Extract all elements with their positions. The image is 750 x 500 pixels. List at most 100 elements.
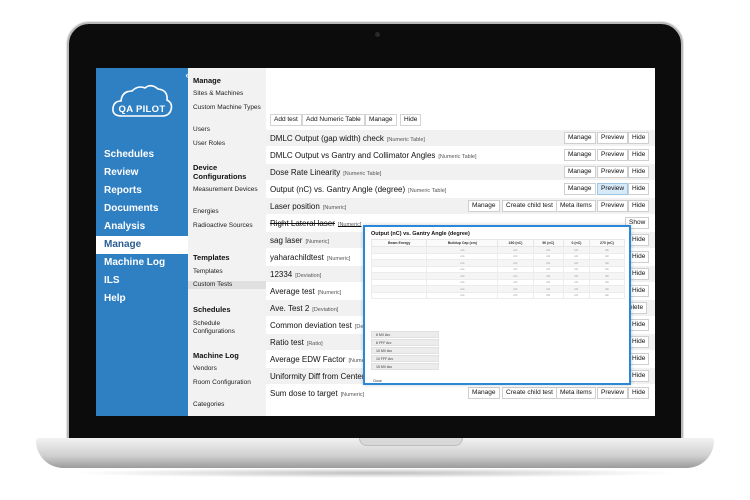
submenu-item-room-configuration[interactable]: Room Configuration xyxy=(193,379,263,387)
hide-button[interactable]: Hide xyxy=(628,268,650,280)
nav-item-documents[interactable]: Documents xyxy=(96,200,188,218)
submenu-item-user-roles[interactable]: User Roles xyxy=(193,140,263,148)
submenu-item-users[interactable]: Users xyxy=(193,126,263,134)
nav-item-reports[interactable]: Reports xyxy=(96,182,188,200)
test-name: Average test [Numeric] xyxy=(270,287,342,296)
close-button[interactable]: Close xyxy=(373,379,382,383)
test-name: Ratio test [Ratio] xyxy=(270,338,323,347)
submenu-item-custom-machine-types[interactable]: Custom Machine Types xyxy=(193,104,263,112)
hide-button[interactable]: Hide xyxy=(628,319,650,331)
column-header: 90 (nC) xyxy=(532,239,564,247)
meta-items-button[interactable]: Meta items xyxy=(556,200,596,212)
test-row[interactable]: DMLC Output vs Gantry and Collimator Ang… xyxy=(266,147,655,164)
preview-button[interactable]: Preview xyxy=(597,166,629,178)
preview-button[interactable]: Preview xyxy=(597,132,629,144)
energy-label: 10 MV Arc xyxy=(371,347,439,354)
test-row[interactable]: DMLC Output (gap width) check [Numeric Ta… xyxy=(266,130,655,147)
preview-button[interactable]: Preview xyxy=(597,183,629,195)
test-row[interactable]: Output (nC) vs. Gantry Angle (degree) [Nu… xyxy=(266,181,655,198)
create-child-test-button[interactable]: Create child test xyxy=(502,387,557,399)
preview-button[interactable]: Preview xyxy=(597,387,629,399)
camera-icon xyxy=(375,32,380,37)
popup-title: Output (nC) vs. Gantry Angle (degree) xyxy=(371,231,470,237)
cloud-logo-icon xyxy=(112,84,173,117)
hide-button[interactable]: Hide xyxy=(628,200,650,212)
nav-item-manage[interactable]: Manage xyxy=(96,236,188,254)
test-row[interactable]: Dose Rate Linearity [Numeric Table] Manag… xyxy=(266,164,655,181)
laptop-mockup: QA PILOT Schedules Review Reports Docume… xyxy=(0,0,750,500)
table-row: cm nC nC nC nC xyxy=(370,291,626,299)
test-row[interactable]: Laser position [Numeric] Manage Create ch… xyxy=(266,198,655,215)
manage-button[interactable]: Manage xyxy=(365,114,397,126)
manage-button[interactable]: Manage xyxy=(468,387,500,399)
nav-item-review[interactable]: Review xyxy=(96,164,188,182)
preview-button[interactable]: Preview xyxy=(597,149,629,161)
nav-item-ils[interactable]: ILS xyxy=(96,272,188,290)
test-name: Average EDW Factor [Numeric] xyxy=(270,355,372,364)
add-test-button[interactable]: Add test xyxy=(270,114,302,126)
table-cell[interactable]: nC xyxy=(588,291,626,299)
submenu-item-categories[interactable]: Categories xyxy=(193,401,263,409)
test-name: DMLC Output vs Gantry and Collimator Ang… xyxy=(270,151,477,160)
submenu-item-measurement-devices[interactable]: Measurement Devices xyxy=(193,186,263,194)
manage-button[interactable]: Manage xyxy=(564,132,596,144)
manage-button[interactable]: Manage xyxy=(468,200,500,212)
hide-button[interactable]: Hide xyxy=(628,166,650,178)
hide-button[interactable]: Hide xyxy=(628,370,650,382)
table-cell[interactable]: nC xyxy=(532,291,564,299)
column-header: Beam Energy xyxy=(370,239,428,247)
hide-button[interactable]: Hide xyxy=(628,336,650,348)
test-row[interactable]: Sum dose to target [Numeric] Manage Creat… xyxy=(266,385,655,402)
table-cell[interactable]: nC xyxy=(563,291,590,299)
submenu-item-radioactive-sources[interactable]: Radioactive Sources xyxy=(193,222,263,230)
nav-item-machine-log[interactable]: Machine Log xyxy=(96,254,188,272)
column-header: 180 (nC) xyxy=(497,239,534,247)
hide-button[interactable]: Hide xyxy=(628,387,650,399)
table-cell[interactable]: nC xyxy=(497,291,534,299)
test-name: Ave. Test 2 [Deviation] xyxy=(270,304,339,313)
submenu-item-vendors[interactable]: Vendors xyxy=(193,365,263,373)
nav-item-schedules[interactable]: Schedules xyxy=(96,146,188,164)
nav-item-analysis[interactable]: Analysis xyxy=(96,218,188,236)
create-child-test-button[interactable]: Create child test xyxy=(502,200,557,212)
preview-button[interactable]: Preview xyxy=(597,200,629,212)
hide-button[interactable]: Hide xyxy=(628,285,650,297)
test-name: Sum dose to target [Numeric] xyxy=(270,389,365,398)
nav-item-help[interactable]: Help xyxy=(96,290,188,308)
submenu-heading-device-configurations: Device Configurations xyxy=(193,163,247,181)
app-screen: QA PILOT Schedules Review Reports Docume… xyxy=(96,68,655,416)
column-header: 0 (nC) xyxy=(563,239,590,247)
qa-pilot-logo[interactable]: QA PILOT xyxy=(110,82,174,134)
submenu-heading-schedules: Schedules xyxy=(193,305,231,314)
hide-button[interactable]: Hide xyxy=(628,234,650,246)
test-name: Output (nC) vs. Gantry Angle (degree) [Nu… xyxy=(270,185,447,194)
submenu-item-schedule-configurations[interactable]: Schedule Configurations xyxy=(193,320,263,336)
add-numeric-table-button[interactable]: Add Numeric Table xyxy=(302,114,365,126)
manage-button[interactable]: Manage xyxy=(564,149,596,161)
hide-button[interactable]: Hide xyxy=(628,251,650,263)
hide-button[interactable]: Hide xyxy=(628,353,650,365)
table-cell[interactable] xyxy=(370,291,428,299)
energy-label: 15 MV Arc xyxy=(371,363,439,370)
hide-button[interactable]: Hide xyxy=(400,114,422,126)
laptop-shadow xyxy=(70,468,680,478)
meta-items-button[interactable]: Meta items xyxy=(556,387,596,399)
manage-submenu: Manage Sites & Machines Custom Machine T… xyxy=(188,68,266,416)
manage-button[interactable]: Manage xyxy=(564,166,596,178)
hide-button[interactable]: Hide xyxy=(628,149,650,161)
hide-button[interactable]: Hide xyxy=(628,183,650,195)
submenu-heading-machine-log: Machine Log xyxy=(193,351,239,360)
preview-popup: Output (nC) vs. Gantry Angle (degree) Be… xyxy=(363,225,631,385)
logo-text: QA PILOT xyxy=(118,104,166,115)
submenu-heading-templates: Templates xyxy=(193,253,230,262)
submenu-item-energies[interactable]: Energies xyxy=(193,208,263,216)
test-name: DMLC Output (gap width) check [Numeric Ta… xyxy=(270,134,425,143)
manage-button[interactable]: Manage xyxy=(564,183,596,195)
column-header: Buildup Cap (cm) xyxy=(426,239,499,247)
submenu-item-custom-tests[interactable]: Custom Tests xyxy=(188,281,266,289)
submenu-item-sites-machines[interactable]: Sites & Machines xyxy=(193,90,263,98)
test-name: Laser position [Numeric] xyxy=(270,202,347,211)
table-cell[interactable]: cm xyxy=(426,291,499,299)
hide-button[interactable]: Hide xyxy=(628,132,650,144)
submenu-item-templates[interactable]: Templates xyxy=(193,268,263,276)
